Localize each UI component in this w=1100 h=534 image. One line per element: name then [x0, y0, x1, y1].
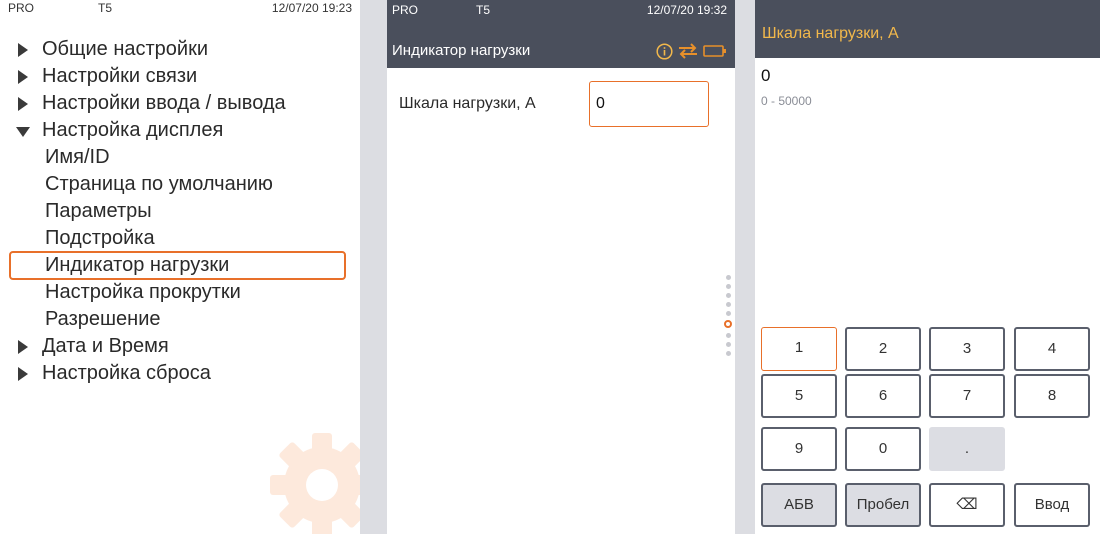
collapse-arrow-icon: [16, 127, 30, 137]
enter-button[interactable]: Ввод: [1014, 483, 1090, 527]
panel-separator: [735, 0, 755, 534]
load-indicator-panel: PRO T5 12/07/20 19:32 Индикатор нагрузки…: [387, 0, 735, 534]
key-5[interactable]: 5: [761, 374, 837, 418]
expand-arrow-icon: [18, 70, 28, 84]
header-bar: Шкала нагрузки, А: [755, 0, 1100, 58]
page-title: Индикатор нагрузки: [392, 42, 531, 59]
page-dot: [725, 302, 731, 307]
key-7[interactable]: 7: [929, 374, 1005, 418]
menu-item-general[interactable]: Общие настройки: [0, 36, 360, 63]
status-bar: PRO T5 12/07/20 19:23: [8, 1, 352, 17]
gear-watermark-icon: [270, 433, 360, 534]
page-dot-current: [724, 320, 732, 328]
backspace-icon: ⌫: [956, 496, 978, 513]
expand-arrow-icon: [18, 340, 28, 354]
menu-subitem-parameters[interactable]: Параметры: [0, 198, 360, 225]
menu-subitem-name-id[interactable]: Имя/ID: [0, 144, 360, 171]
expand-arrow-icon: [18, 367, 28, 381]
key-2[interactable]: 2: [845, 327, 921, 371]
expand-arrow-icon: [18, 43, 28, 57]
page-indicator: [723, 275, 733, 360]
menu-subitem-default-page[interactable]: Страница по умолчанию: [0, 171, 360, 198]
menu-item-display[interactable]: Настройка дисплея: [0, 117, 360, 144]
menu-subitem-adjustment[interactable]: Подстройка: [0, 225, 360, 252]
entry-value: 0: [761, 66, 771, 85]
key-decimal-point[interactable]: .: [929, 427, 1005, 471]
key-8[interactable]: 8: [1014, 374, 1090, 418]
key-4[interactable]: 4: [1014, 327, 1090, 371]
space-button[interactable]: Пробел: [845, 483, 921, 527]
expand-arrow-icon: [18, 97, 28, 111]
page-dot: [725, 342, 731, 347]
battery-icon: [703, 45, 726, 57]
page-dot: [725, 351, 731, 356]
menu-item-datetime[interactable]: Дата и Время: [0, 333, 360, 360]
settings-menu-panel: PRO T5 12/07/20 19:23 Общие настройки На…: [0, 0, 360, 534]
page-dot: [725, 275, 731, 280]
menu-subitem-scroll[interactable]: Настройка прокрутки: [0, 279, 360, 306]
key-3[interactable]: 3: [929, 327, 1005, 371]
abc-button[interactable]: АБВ: [761, 483, 837, 527]
model-label: T5: [98, 1, 113, 15]
menu-item-io[interactable]: Настройки ввода / вывода: [0, 90, 360, 117]
page-dot: [725, 311, 731, 316]
menu-item-reset[interactable]: Настройка сброса: [0, 360, 360, 387]
menu-item-communication[interactable]: Настройки связи: [0, 63, 360, 90]
page-dot: [725, 333, 731, 338]
mode-label: PRO: [8, 1, 35, 15]
menu-subitem-load-indicator[interactable]: Индикатор нагрузки: [9, 251, 346, 280]
settings-menu: Общие настройки Настройки связи Настройк…: [0, 36, 360, 387]
value-range: 0 - 50000: [761, 94, 812, 108]
keypad-panel: Шкала нагрузки, А 0 0 - 50000 1 2 3 4 5 …: [755, 0, 1100, 534]
swap-arrows-icon[interactable]: [678, 43, 698, 59]
datetime-label: 12/07/20 19:23: [271, 1, 352, 15]
menu-subitem-resolution[interactable]: Разрешение: [0, 306, 360, 333]
key-0[interactable]: 0: [845, 427, 921, 471]
key-9[interactable]: 9: [761, 427, 837, 471]
load-scale-label: Шкала нагрузки, А: [399, 95, 536, 112]
panel-separator: [360, 0, 387, 534]
datetime-label: 12/07/20 19:32: [646, 3, 727, 17]
info-icon[interactable]: [656, 42, 673, 60]
keypad-title: Шкала нагрузки, А: [762, 25, 899, 42]
backspace-button[interactable]: ⌫: [929, 483, 1005, 527]
model-label: T5: [476, 3, 491, 17]
header-icons: [656, 40, 727, 62]
page-dot: [725, 284, 731, 289]
key-1[interactable]: 1: [761, 327, 837, 371]
page-dot: [725, 293, 731, 298]
load-scale-input[interactable]: 0: [589, 81, 709, 127]
mode-label: PRO: [392, 3, 419, 17]
header-bar: PRO T5 12/07/20 19:32 Индикатор нагрузки: [387, 0, 735, 68]
key-6[interactable]: 6: [845, 374, 921, 418]
